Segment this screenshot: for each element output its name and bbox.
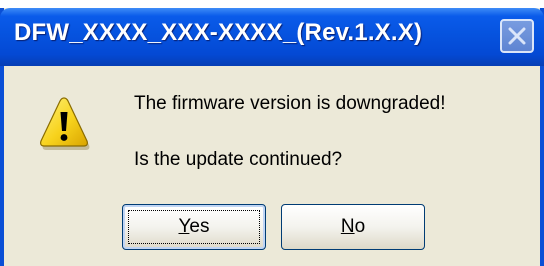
title-bar[interactable]: DFW_XXXX_XXX-XXXX_(Rev.1.X.X) [0,8,544,66]
no-label-rest: o [354,216,366,237]
dialog-body: The firmware version is downgraded! Is t… [4,66,540,266]
close-button[interactable] [500,19,534,53]
warning-icon [40,97,90,150]
no-button-label: No [341,216,365,237]
yes-button[interactable]: Yes [122,204,266,250]
question-text: Is the update continued? [134,149,343,170]
no-button[interactable]: No [281,204,425,250]
yes-label-rest: es [189,216,210,237]
no-mnemonic: N [340,216,355,237]
close-icon [508,27,526,45]
dialog-title: DFW_XXXX_XXX-XXXX_(Rev.1.X.X) [14,19,423,46]
message-text: The firmware version is downgraded! [134,93,446,114]
yes-button-label: Yes [178,216,209,237]
message-dialog: DFW_XXXX_XXX-XXXX_(Rev.1.X.X) The firmwa… [0,8,544,266]
yes-mnemonic: Y [178,216,190,237]
